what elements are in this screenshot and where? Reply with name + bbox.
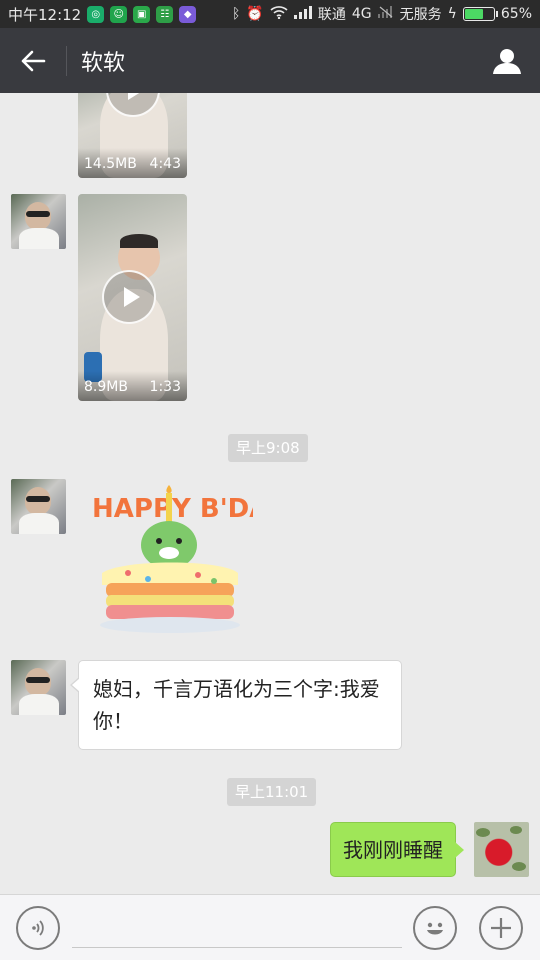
play-icon[interactable] xyxy=(102,270,156,324)
status-bar: 中午12:12 ◎ ☺ ▣ ☷ ◆ ᛒ ⏰ 联通 4G 无服务 ϟ 65% xyxy=(0,0,540,28)
video-duration: 4:43 xyxy=(149,156,181,172)
chat-title: 软软 xyxy=(81,50,126,76)
back-button[interactable] xyxy=(0,28,66,93)
emoji-button[interactable] xyxy=(413,906,457,950)
avatar-shirt xyxy=(19,228,59,249)
avatar-leaf xyxy=(512,862,526,871)
notification-app-icon: ◎ xyxy=(87,5,105,23)
contact-avatar[interactable] xyxy=(11,660,66,715)
video-meta: 8.9MB 1:33 xyxy=(78,371,187,401)
plus-icon xyxy=(491,918,511,938)
more-button[interactable] xyxy=(479,906,523,950)
notification-game-icon: ☷ xyxy=(156,5,174,23)
avatar-shirt xyxy=(19,694,59,715)
status-time: 中午12:12 xyxy=(8,5,82,24)
message-input[interactable] xyxy=(72,947,402,948)
timestamp: 早上11:01 xyxy=(227,778,317,806)
voice-icon xyxy=(32,920,44,936)
battery-icon xyxy=(462,7,498,21)
video-meta: 14.5MB 4:43 xyxy=(78,148,187,178)
avatar-glasses xyxy=(26,496,50,502)
contact-info-button[interactable] xyxy=(474,28,540,93)
no-signal-icon xyxy=(377,6,394,22)
avatar-shirt xyxy=(19,513,59,534)
wifi-icon xyxy=(270,5,288,23)
avatar-glasses xyxy=(26,211,50,217)
notification-purple-icon: ◆ xyxy=(179,5,197,23)
message-text: 我刚刚睡醒 xyxy=(343,838,443,862)
birthday-sticker[interactable]: HAPPY B'DAY xyxy=(88,483,287,643)
avatar-leaf xyxy=(510,826,522,834)
timestamp: 早上9:08 xyxy=(228,434,308,462)
notification-wechat-icon: ☺ xyxy=(110,5,128,23)
charging-icon: ϟ xyxy=(447,6,457,22)
service-label: 无服务 xyxy=(399,7,442,23)
sent-message[interactable]: 我刚刚睡醒 xyxy=(330,822,464,877)
video-message[interactable]: 8.9MB 1:33 xyxy=(78,194,187,401)
carrier-label: 联通 xyxy=(317,7,346,23)
my-avatar[interactable] xyxy=(474,822,529,877)
signal-icon xyxy=(293,5,312,23)
avatar-glasses xyxy=(26,677,50,683)
message-list[interactable]: 14.5MB 4:43 8.9MB 1:33 早上9:08 HAPPY B'DA… xyxy=(0,93,540,894)
battery-percent: 65% xyxy=(500,6,532,22)
birthday-cake-image: HAPPY B'DAY xyxy=(92,485,287,633)
video-duration: 1:33 xyxy=(149,379,181,395)
received-message[interactable]: 媳妇，千言万语化为三个字:我爱你！ xyxy=(70,660,402,750)
video-message[interactable]: 14.5MB 4:43 xyxy=(78,93,187,178)
voice-button[interactable] xyxy=(16,906,60,950)
emoji-icon xyxy=(427,922,443,935)
notification-shop-icon: ▣ xyxy=(133,5,151,23)
video-thumbnail-hair xyxy=(120,234,158,248)
alarm-icon: ⏰ xyxy=(246,6,264,22)
contact-avatar[interactable] xyxy=(11,194,66,249)
message-text: 媳妇，千言万语化为三个字:我爱你！ xyxy=(93,677,380,733)
person-icon xyxy=(493,48,521,74)
video-size: 8.9MB xyxy=(84,379,128,395)
avatar-leaf xyxy=(476,828,490,837)
network-label: 4G xyxy=(351,6,372,22)
chat-header: 软软 xyxy=(0,28,540,93)
battery-fill xyxy=(464,9,484,19)
input-bar xyxy=(0,894,540,960)
sticker-text: HAPPY B'DAY xyxy=(92,494,253,524)
video-size: 14.5MB xyxy=(84,156,137,172)
back-arrow-icon xyxy=(21,50,46,71)
contact-avatar[interactable] xyxy=(11,479,66,534)
bluetooth-icon: ᛒ xyxy=(232,6,241,22)
